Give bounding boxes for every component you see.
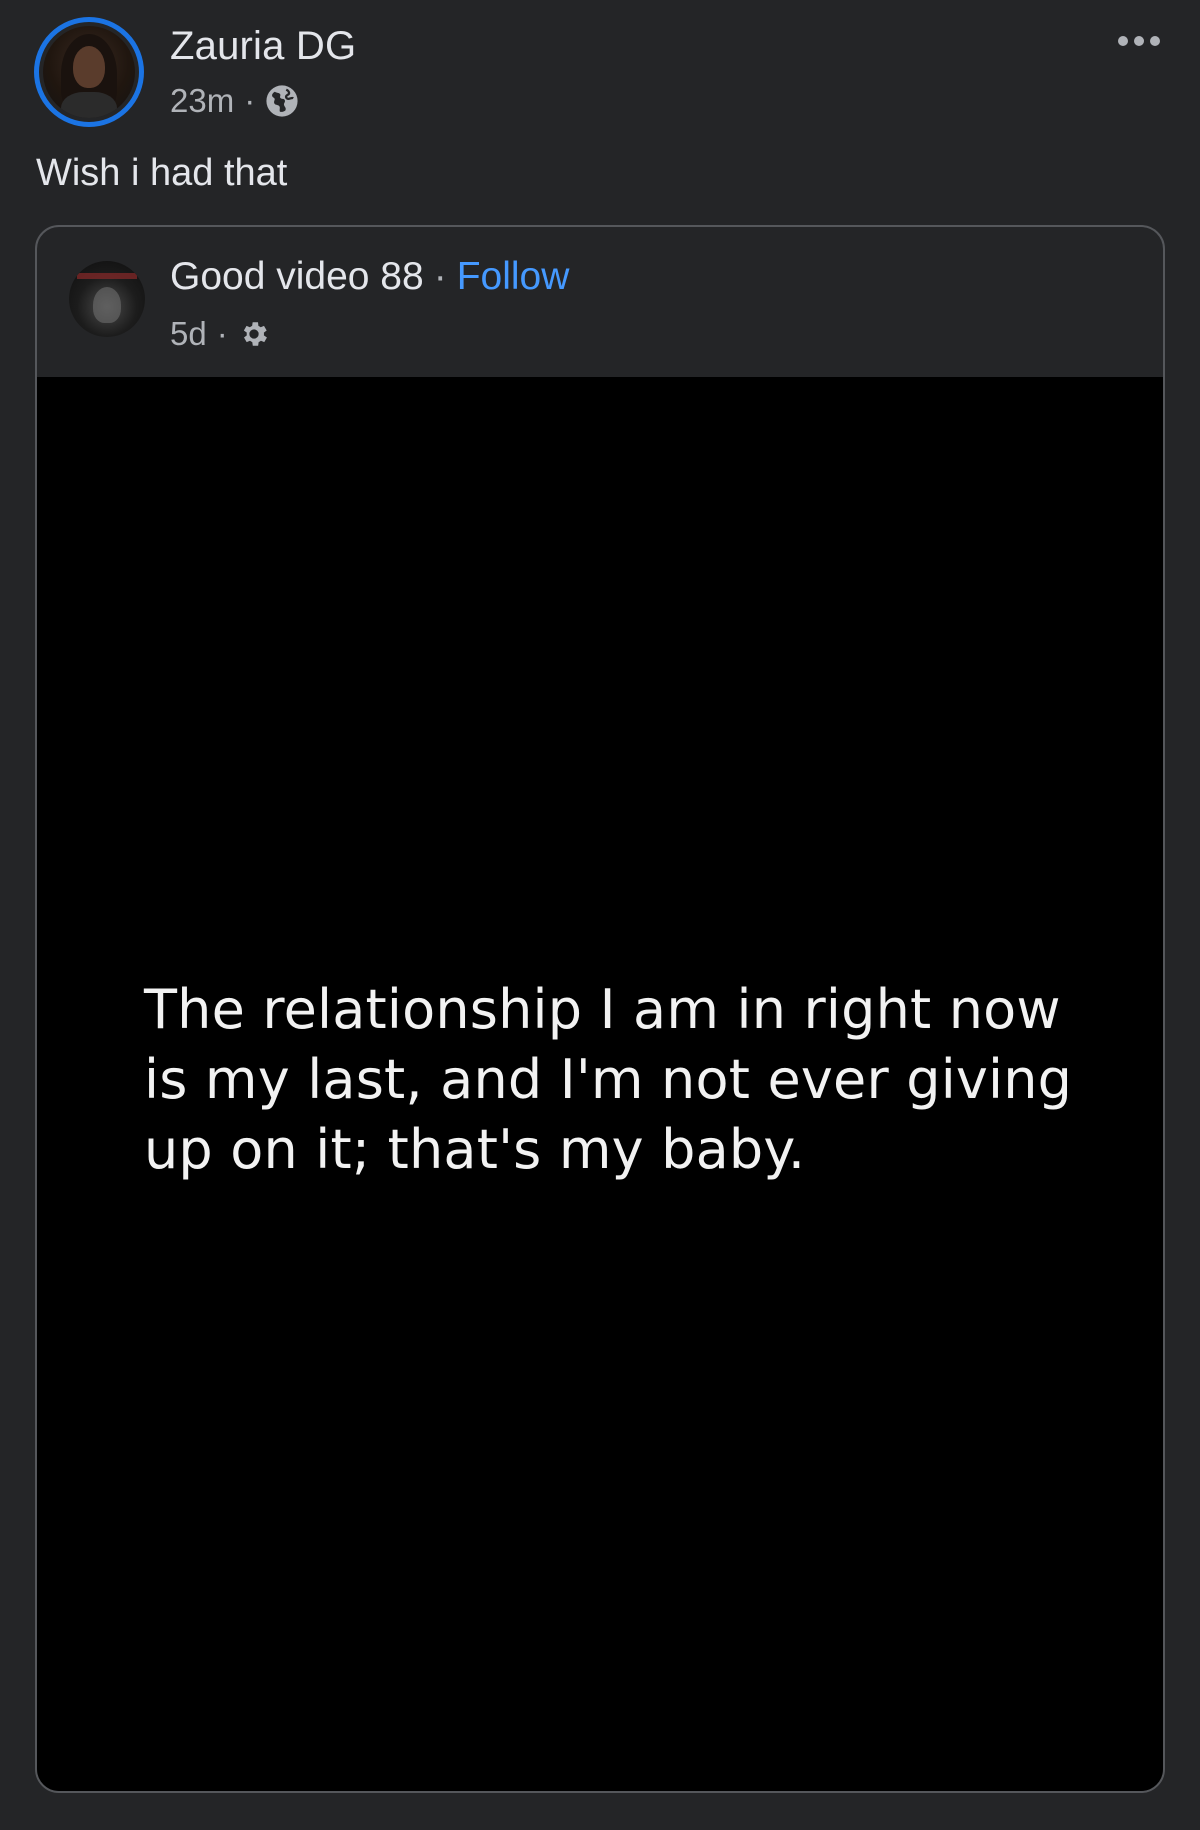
author-name[interactable]: Zauria DG — [170, 24, 356, 69]
globe-icon — [265, 84, 299, 118]
shared-meta-separator: · — [216, 315, 228, 352]
post-timestamp[interactable]: 23m — [170, 82, 234, 120]
follow-button[interactable]: Follow — [457, 255, 570, 299]
name-separator: · — [433, 255, 447, 298]
shared-post-header: Good video 88 · Follow 5d · — [37, 227, 1163, 377]
more-horizontal-icon[interactable] — [1118, 36, 1160, 46]
page-avatar[interactable] — [69, 261, 145, 337]
post-container: Zauria DG 23m · Wish i had that Good vid… — [0, 0, 1200, 1830]
post-meta: 23m · — [170, 82, 299, 120]
post-text: Wish i had that — [36, 152, 288, 194]
shared-post-card[interactable]: Good video 88 · Follow 5d · The relation… — [35, 225, 1165, 1793]
meta-separator: · — [244, 82, 256, 119]
video-caption-text: The relationship I am in right now is my… — [144, 978, 1073, 1181]
page-name-row: Good video 88 · Follow — [170, 255, 569, 299]
video-player[interactable]: The relationship I am in right now is my… — [37, 377, 1163, 1791]
author-avatar-story-ring[interactable] — [34, 17, 144, 127]
page-name[interactable]: Good video 88 — [170, 255, 424, 299]
author-avatar[interactable] — [43, 26, 135, 118]
gear-icon — [238, 318, 270, 350]
shared-post-timestamp[interactable]: 5d — [170, 315, 207, 353]
post-header: Zauria DG 23m · — [0, 0, 1200, 140]
shared-post-meta: 5d · — [170, 315, 270, 353]
